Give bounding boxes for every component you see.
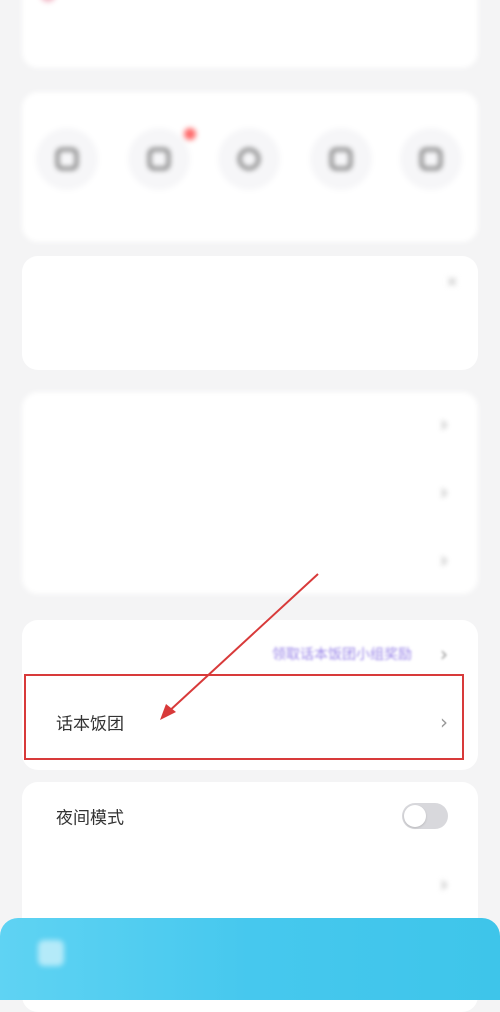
person-icon xyxy=(238,148,260,170)
settings-row[interactable]: › xyxy=(22,852,478,916)
banner-card[interactable]: × xyxy=(22,256,478,370)
chevron-right-icon: › xyxy=(440,412,448,436)
quick-action-5[interactable] xyxy=(386,118,476,238)
settings-list-2: 领取话本饭团小组奖励 › 话本饭团 › xyxy=(22,620,478,770)
settings-row-night-mode[interactable]: 夜间模式 xyxy=(22,784,478,848)
chevron-right-icon: › xyxy=(440,548,448,572)
bottom-bar xyxy=(0,918,500,1000)
chat-icon xyxy=(56,148,78,170)
quick-action-3[interactable] xyxy=(204,118,294,238)
reward-link[interactable]: 领取话本饭团小组奖励 xyxy=(272,644,412,664)
settings-row-huaben-fantuan[interactable]: 话本饭团 › xyxy=(22,690,478,754)
quick-actions-card xyxy=(22,92,478,242)
settings-row[interactable]: › xyxy=(22,392,478,456)
gift-icon xyxy=(330,148,352,170)
chevron-right-icon: › xyxy=(440,480,448,504)
settings-row[interactable]: 领取话本饭团小组奖励 › xyxy=(22,622,478,686)
toggle-knob xyxy=(404,805,426,827)
settings-list-1: › › › xyxy=(22,392,478,594)
profile-icon xyxy=(40,0,56,2)
night-mode-toggle[interactable] xyxy=(402,803,448,829)
message-icon xyxy=(148,148,170,170)
chevron-right-icon: › xyxy=(440,710,448,734)
settings-row[interactable]: › xyxy=(22,528,478,592)
row-label: 夜间模式 xyxy=(56,808,124,829)
edit-icon xyxy=(420,148,442,170)
profile-card[interactable] xyxy=(22,0,478,68)
quick-action-4[interactable] xyxy=(296,118,386,238)
chevron-right-icon: › xyxy=(440,642,448,666)
notification-badge xyxy=(184,128,196,140)
settings-row[interactable]: › xyxy=(22,460,478,524)
chevron-right-icon: › xyxy=(440,872,448,896)
row-label: 话本饭团 xyxy=(56,714,124,735)
bottom-icon[interactable] xyxy=(38,940,64,966)
quick-action-2[interactable] xyxy=(114,118,204,238)
quick-action-1[interactable] xyxy=(22,118,112,238)
close-icon[interactable]: × xyxy=(446,274,458,290)
